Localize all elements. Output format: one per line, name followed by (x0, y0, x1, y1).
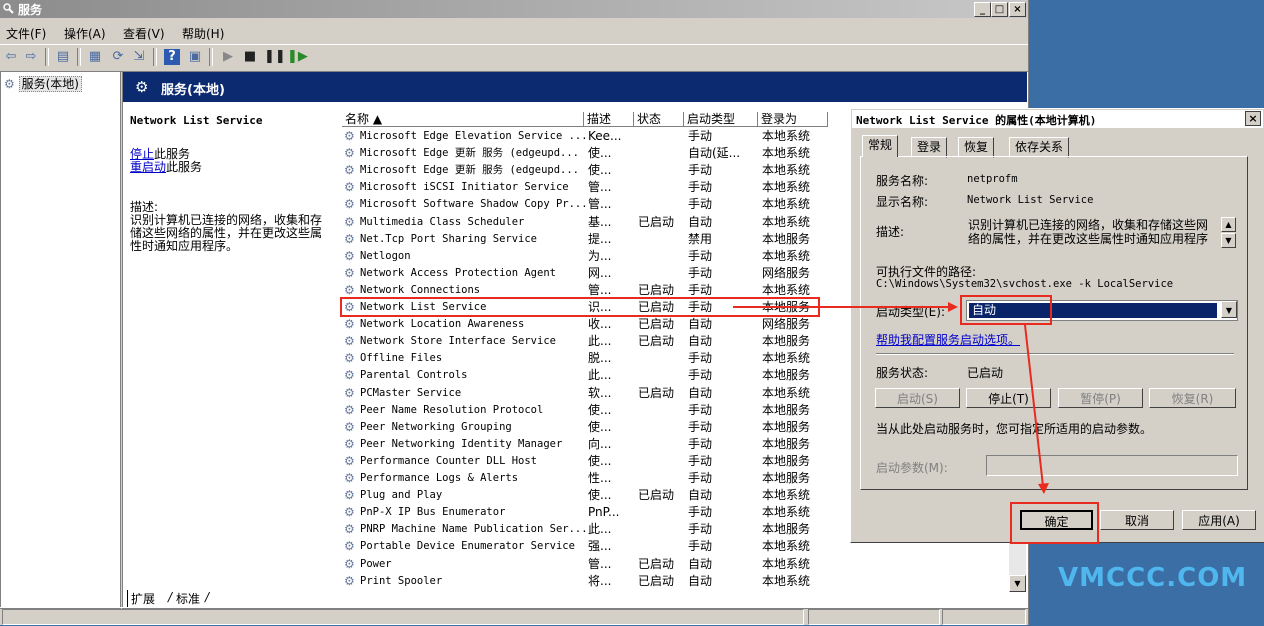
watermark: vmccc.com (1058, 563, 1248, 593)
annotation-arrows (733, 302, 1049, 494)
tab-general[interactable]: 常规 (862, 135, 899, 157)
